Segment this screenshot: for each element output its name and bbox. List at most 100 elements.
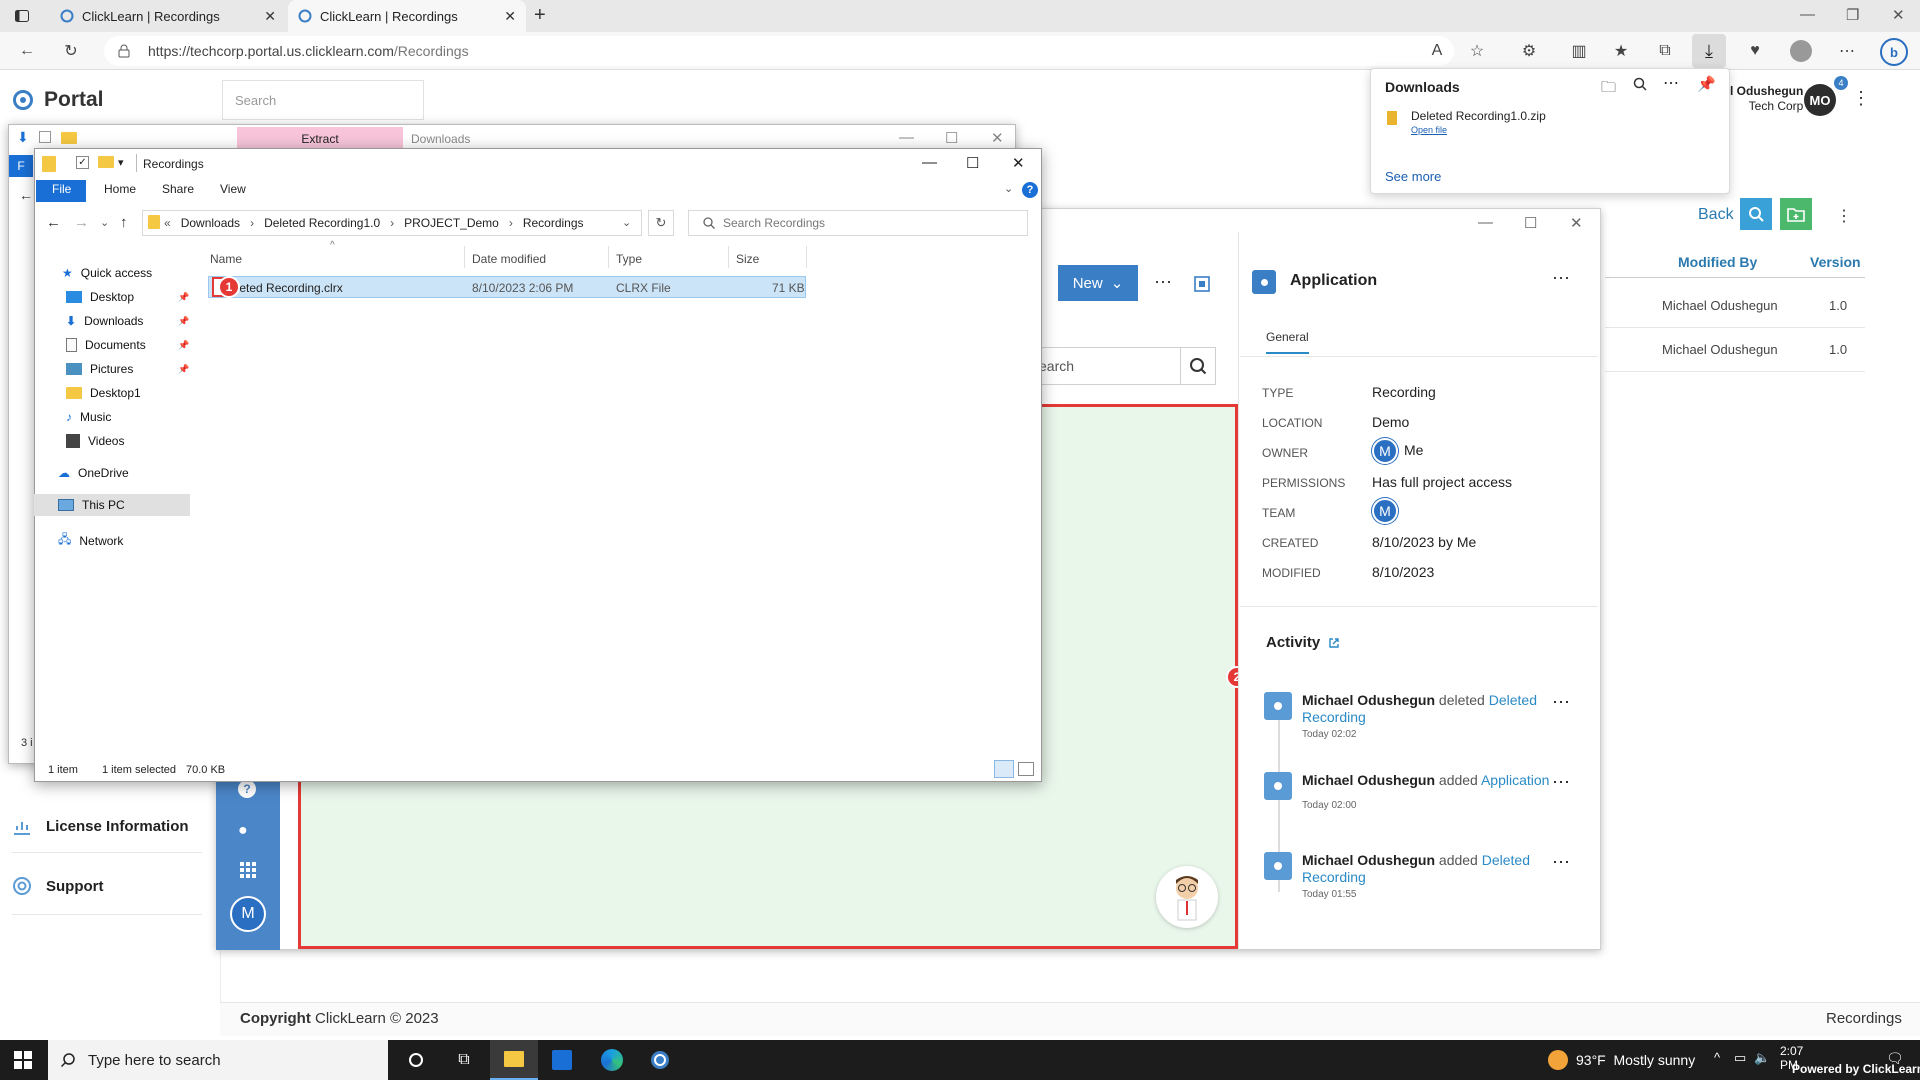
help-icon[interactable]: ?	[1022, 182, 1038, 198]
restore-icon[interactable]: ❐	[1846, 6, 1859, 24]
back-arrow-icon[interactable]: ←	[16, 40, 38, 62]
app-search-button[interactable]	[1180, 347, 1216, 385]
back-arrow-icon[interactable]: ←	[19, 187, 33, 203]
more-options-icon[interactable]: ⋯	[1663, 73, 1679, 93]
favorites-icon[interactable]: ★	[1610, 40, 1632, 62]
table-row[interactable]: Michael Odushegun 1.0	[1605, 328, 1865, 372]
lock-icon[interactable]	[118, 44, 130, 58]
column-date[interactable]: Date modified	[472, 252, 546, 266]
recent-locations-icon[interactable]: ⌄	[100, 216, 109, 229]
bing-copilot-icon[interactable]: b	[1880, 38, 1908, 66]
back-arrow-icon[interactable]: ←	[46, 214, 61, 231]
minimize-icon[interactable]: —	[922, 154, 937, 171]
favorite-star-icon[interactable]: ☆	[1466, 40, 1488, 62]
back-button[interactable]: Back	[1698, 206, 1734, 224]
app-taskbar-icon[interactable]	[538, 1040, 586, 1080]
pin-icon[interactable]: 📌	[1697, 75, 1716, 93]
add-folder-button[interactable]	[1780, 198, 1812, 230]
nav-music[interactable]: ♪ Music	[66, 410, 111, 424]
task-view-icon[interactable]: ⧉	[440, 1040, 488, 1080]
close-icon[interactable]: ✕	[991, 129, 1004, 147]
customize-toolbar-icon[interactable]: ▾	[118, 156, 124, 169]
open-folder-icon[interactable]: 🗀	[1601, 77, 1616, 102]
owner-avatar[interactable]: M	[1372, 438, 1398, 464]
ribbon-expand-icon[interactable]: ⌄	[1004, 182, 1013, 195]
ribbon-tab-share[interactable]: Share	[162, 182, 194, 196]
more-options-icon[interactable]: ⋯	[1154, 272, 1172, 293]
tab-general[interactable]: General	[1266, 330, 1309, 354]
browser-tab-1[interactable]: ClickLearn | Recordings ✕	[50, 0, 286, 32]
explorer-search-input[interactable]: Search Recordings	[688, 210, 1028, 236]
kebab-menu-icon[interactable]: ⋮	[1852, 88, 1870, 109]
nav-network[interactable]: 🖧 Network	[58, 530, 123, 551]
file-tab[interactable]: F	[9, 155, 33, 177]
new-folder-icon[interactable]	[98, 156, 114, 168]
nav-pictures[interactable]: Pictures	[66, 362, 133, 376]
nav-this-pc[interactable]: This PC	[58, 498, 125, 512]
new-button[interactable]: New ⌄	[1058, 265, 1138, 301]
activity-more-icon[interactable]: ⋯	[1552, 692, 1570, 713]
collections-icon[interactable]: ⧉	[1654, 40, 1676, 62]
browser-tab-2[interactable]: ClickLearn | Recordings ✕	[288, 0, 526, 32]
path-dropdown-icon[interactable]: ⌄	[622, 216, 631, 229]
app-minimize-icon[interactable]: —	[1478, 214, 1493, 231]
see-more-link[interactable]: See more	[1385, 169, 1441, 184]
details-view-icon[interactable]	[994, 760, 1014, 778]
search-button[interactable]	[1740, 198, 1772, 230]
nav-license-information[interactable]: License Information	[12, 816, 189, 836]
downloads-button[interactable]: ⤓	[1692, 34, 1726, 68]
taskbar-search[interactable]: Type here to search	[48, 1040, 388, 1080]
app-user-avatar[interactable]: M	[230, 896, 266, 932]
read-aloud-icon[interactable]: A	[1426, 40, 1448, 62]
file-explorer-taskbar-icon[interactable]	[490, 1040, 538, 1080]
volume-icon[interactable]: 🔈	[1754, 1050, 1770, 1066]
breadcrumb-item[interactable]: Downloads	[181, 216, 240, 230]
more-options-icon[interactable]: ⋯	[1836, 40, 1858, 62]
app-close-icon[interactable]: ✕	[1570, 214, 1583, 232]
cortana-icon[interactable]	[392, 1040, 440, 1080]
app-maximize-icon[interactable]: ☐	[1524, 214, 1537, 232]
close-icon[interactable]: ✕	[1012, 154, 1025, 172]
nav-quick-access[interactable]: ★ Quick access	[62, 266, 152, 280]
network-tray-icon[interactable]: ▭	[1734, 1050, 1746, 1066]
activity-link[interactable]: Application	[1481, 772, 1550, 788]
forward-arrow-icon[interactable]: →	[74, 214, 89, 231]
properties-icon[interactable]: ✓	[76, 156, 89, 169]
tab-close-icon[interactable]: ✕	[264, 8, 276, 25]
panel-more-icon[interactable]: ⋯	[1552, 268, 1570, 289]
tab-close-icon[interactable]: ✕	[504, 8, 516, 25]
split-screen-icon[interactable]: ▥	[1568, 40, 1590, 62]
minimize-icon[interactable]: —	[1800, 6, 1815, 23]
team-avatar[interactable]: M	[1372, 498, 1398, 524]
column-modified-by[interactable]: Modified By	[1678, 254, 1757, 270]
portal-logo[interactable]: Portal	[12, 88, 104, 112]
large-icons-view-icon[interactable]	[1018, 762, 1034, 776]
nav-desktop[interactable]: Desktop	[66, 290, 134, 304]
refresh-icon[interactable]: ↻	[648, 210, 674, 236]
close-icon[interactable]: ✕	[1892, 6, 1905, 24]
chat-icon[interactable]: ●	[238, 822, 248, 840]
breadcrumb-item[interactable]: Recordings	[523, 216, 584, 230]
activity-more-icon[interactable]: ⋯	[1552, 852, 1570, 873]
ribbon-tab-file[interactable]: File	[52, 182, 71, 196]
nav-documents[interactable]: Documents	[66, 338, 146, 352]
nav-support[interactable]: Support	[12, 876, 104, 896]
user-avatar[interactable]: MO	[1804, 84, 1836, 116]
open-file-link[interactable]: Open file	[1411, 125, 1447, 135]
weather-widget[interactable]: 93°F Mostly sunny	[1576, 1052, 1695, 1068]
user-info[interactable]: l Odushegun Tech Corp	[1730, 84, 1803, 114]
up-arrow-icon[interactable]: ↑	[120, 214, 128, 231]
search-icon[interactable]	[1633, 77, 1647, 91]
tab-actions-icon[interactable]	[14, 8, 30, 24]
edge-taskbar-icon[interactable]	[588, 1040, 636, 1080]
activity-more-icon[interactable]: ⋯	[1552, 772, 1570, 793]
help-icon[interactable]: ?	[238, 780, 256, 798]
minimize-icon[interactable]: —	[899, 129, 914, 146]
weather-sun-icon[interactable]	[1548, 1050, 1568, 1070]
nav-videos[interactable]: Videos	[66, 434, 124, 448]
maximize-icon[interactable]: ☐	[966, 154, 979, 172]
column-name[interactable]: Name	[210, 252, 242, 266]
kebab-menu-icon[interactable]: ⋮	[1836, 206, 1852, 226]
column-size[interactable]: Size	[736, 252, 759, 266]
table-row[interactable]: Michael Odushegun 1.0	[1605, 284, 1865, 328]
